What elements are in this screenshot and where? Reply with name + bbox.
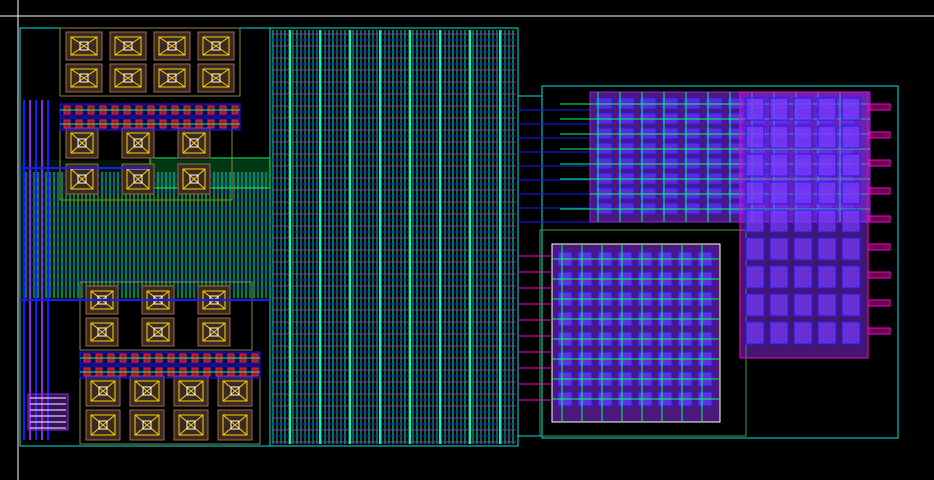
transistor-cell	[65, 127, 99, 159]
transistor-cell	[217, 409, 253, 441]
rr-cell	[769, 181, 789, 205]
rr-cell	[793, 293, 813, 317]
rr-cell	[841, 321, 861, 345]
transistor-cell	[109, 31, 147, 61]
rr-cell	[769, 153, 789, 177]
transistor-cell	[153, 31, 191, 61]
transistor-cell	[85, 317, 119, 347]
rr-cell	[817, 237, 837, 261]
rr-cell	[841, 237, 861, 261]
rr-cell	[769, 209, 789, 233]
rr-pin	[867, 159, 891, 167]
rr-cell	[817, 209, 837, 233]
rr-cell	[745, 321, 765, 345]
rr-cell	[769, 97, 789, 121]
lower-right-cap-array	[539, 229, 747, 437]
rr-cell	[817, 293, 837, 317]
rr-cell	[745, 125, 765, 149]
rr-cell	[817, 265, 837, 289]
right-resistor-array	[739, 91, 891, 359]
rr-pin	[867, 131, 891, 139]
transistor-cell	[177, 163, 211, 195]
rr-cell	[793, 209, 813, 233]
interconnect-boundary	[517, 95, 543, 437]
rr-pin	[867, 103, 891, 111]
rr-cell	[841, 293, 861, 317]
rr-cell	[745, 181, 765, 205]
transistor-cell	[173, 375, 209, 407]
transistor-cell	[85, 375, 121, 407]
transistor-cell	[197, 31, 235, 61]
rr-pin	[867, 243, 891, 251]
transistor-cell	[217, 375, 253, 407]
rr-cell	[745, 209, 765, 233]
rr-cell	[817, 321, 837, 345]
rr-cell	[793, 181, 813, 205]
rr-cell	[769, 125, 789, 149]
io-pad-block	[27, 393, 69, 431]
rr-cell	[793, 265, 813, 289]
rr-cell	[745, 237, 765, 261]
rr-cell	[793, 321, 813, 345]
rr-cell	[745, 265, 765, 289]
rr-pin	[867, 271, 891, 279]
transistor-cell	[109, 63, 147, 93]
rr-pin	[867, 299, 891, 307]
rr-pin	[867, 215, 891, 223]
transistor-cell	[65, 31, 103, 61]
transistor-cell	[121, 127, 155, 159]
rr-cell	[841, 125, 861, 149]
rr-cell	[745, 153, 765, 177]
rr-cell	[817, 153, 837, 177]
transistor-cell	[65, 63, 103, 93]
transistor-cell	[173, 409, 209, 441]
rr-cell	[769, 237, 789, 261]
routing-channel	[269, 27, 519, 447]
layout-canvas	[0, 0, 934, 480]
rr-cell	[817, 181, 837, 205]
rr-cell	[817, 125, 837, 149]
bottom-left-transistor-array	[79, 371, 261, 445]
rr-cell	[841, 181, 861, 205]
rr-cell	[793, 125, 813, 149]
rr-cell	[745, 97, 765, 121]
transistor-cell	[85, 409, 121, 441]
transistor-cell	[129, 409, 165, 441]
layout-svg	[0, 0, 934, 480]
rr-cell	[841, 153, 861, 177]
rr-cell	[841, 97, 861, 121]
rr-cell	[793, 153, 813, 177]
rr-cell	[841, 209, 861, 233]
rr-cell	[817, 97, 837, 121]
rr-cell	[841, 265, 861, 289]
rr-pin	[867, 187, 891, 195]
transistor-cell	[129, 375, 165, 407]
transistor-cell	[141, 317, 175, 347]
rr-cell	[769, 293, 789, 317]
rr-pin	[867, 327, 891, 335]
lr-array-fill	[551, 243, 721, 423]
rr-cell	[793, 97, 813, 121]
transistor-cell	[197, 63, 235, 93]
rr-cell	[793, 237, 813, 261]
rr-cell	[769, 265, 789, 289]
transistor-cell	[153, 63, 191, 93]
transistor-cell	[177, 127, 211, 159]
rr-cell	[769, 321, 789, 345]
rr-cell	[745, 293, 765, 317]
top-left-transistor-array	[59, 27, 241, 97]
transistor-cell	[197, 317, 231, 347]
